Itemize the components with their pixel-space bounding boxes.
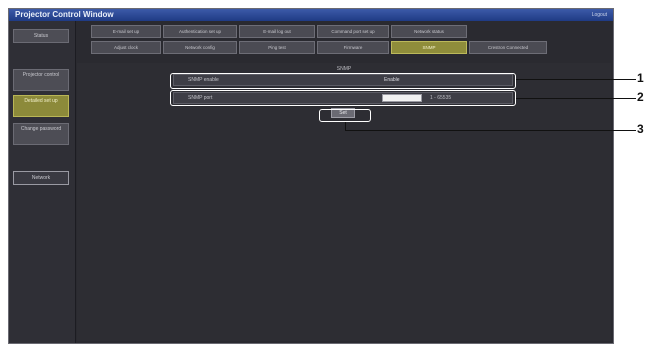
- section-heading: SNMP: [336, 66, 352, 72]
- tab-label: E-mail set up: [112, 29, 140, 34]
- projector-control-window: Projector Control Window Logout Status P…: [8, 8, 614, 344]
- callout-line-3: [345, 130, 636, 131]
- tab-label: Crestron Connected: [487, 45, 529, 50]
- sidebar-item-label: Network: [31, 175, 51, 181]
- tab-ping-test[interactable]: Ping test: [239, 41, 315, 54]
- tab-snmp[interactable]: SNMP: [391, 41, 467, 54]
- snmp-enable-row: SNMP enable Enable: [173, 74, 513, 86]
- tab-label: Authentication set up: [178, 29, 222, 34]
- snmp-port-label: SNMP port: [188, 95, 213, 101]
- snmp-enable-label: SNMP enable: [188, 77, 219, 83]
- sidebar-item-projector-control[interactable]: Projector control: [13, 69, 69, 91]
- sidebar-item-change-password[interactable]: Change password: [13, 123, 69, 145]
- tab-email-set-up[interactable]: E-mail set up: [91, 25, 161, 38]
- tab-label: E-mail log out: [263, 29, 291, 34]
- callout-number-3: 3: [637, 122, 644, 136]
- tab-email-log-out[interactable]: E-mail log out: [239, 25, 315, 38]
- tab-label: Adjust clock: [113, 45, 138, 50]
- tab-network-status[interactable]: Network status: [391, 25, 467, 38]
- snmp-enable-value[interactable]: Enable: [384, 75, 400, 85]
- sidebar-item-label: Status: [33, 33, 49, 39]
- callout-number-1: 1: [637, 71, 644, 85]
- callout-line-2: [516, 98, 636, 99]
- tab-crestron-connected[interactable]: Crestron Connected: [469, 41, 547, 54]
- tab-label: Network config: [185, 45, 215, 50]
- sidebar-item-label: Projector control: [22, 72, 60, 78]
- sidebar-item-status[interactable]: Status: [13, 29, 69, 43]
- snmp-port-input[interactable]: [382, 94, 422, 102]
- tab-command-port-set-up[interactable]: Command port set up: [317, 25, 389, 38]
- sidebar-item-detailed-set-up[interactable]: Detailed set up: [13, 95, 69, 117]
- set-button[interactable]: Set: [331, 108, 355, 118]
- callout-line-1: [516, 79, 636, 80]
- sidebar-item-network[interactable]: Network: [13, 171, 69, 185]
- tab-adjust-clock[interactable]: Adjust clock: [91, 41, 161, 54]
- sidebar: Status Projector control Detailed set up…: [9, 21, 76, 343]
- tab-firmware[interactable]: Firmware: [317, 41, 389, 54]
- tab-label: Firmware: [343, 45, 363, 50]
- sidebar-item-label: Detailed set up: [24, 98, 58, 104]
- callout-number-2: 2: [637, 90, 644, 104]
- tab-network-config[interactable]: Network config: [163, 41, 237, 54]
- title-bar: Projector Control Window Logout: [9, 9, 613, 21]
- snmp-port-row: SNMP port 1 - 65535: [173, 92, 513, 104]
- content-panel: SNMP SNMP enable Enable SNMP port 1 - 65…: [77, 63, 611, 341]
- tab-label: Network status: [414, 29, 444, 34]
- tab-bar: E-mail set up Authentication set up E-ma…: [77, 23, 611, 61]
- tab-label: Command port set up: [331, 29, 375, 34]
- window-title: Projector Control Window: [15, 10, 114, 19]
- tab-authentication-set-up[interactable]: Authentication set up: [163, 25, 237, 38]
- tab-label: SNMP: [422, 45, 436, 50]
- port-range-hint: 1 - 65535: [430, 95, 452, 101]
- tab-label: Ping test: [268, 45, 286, 50]
- logout-link[interactable]: Logout: [592, 9, 607, 21]
- sidebar-item-label: Change password: [20, 126, 62, 132]
